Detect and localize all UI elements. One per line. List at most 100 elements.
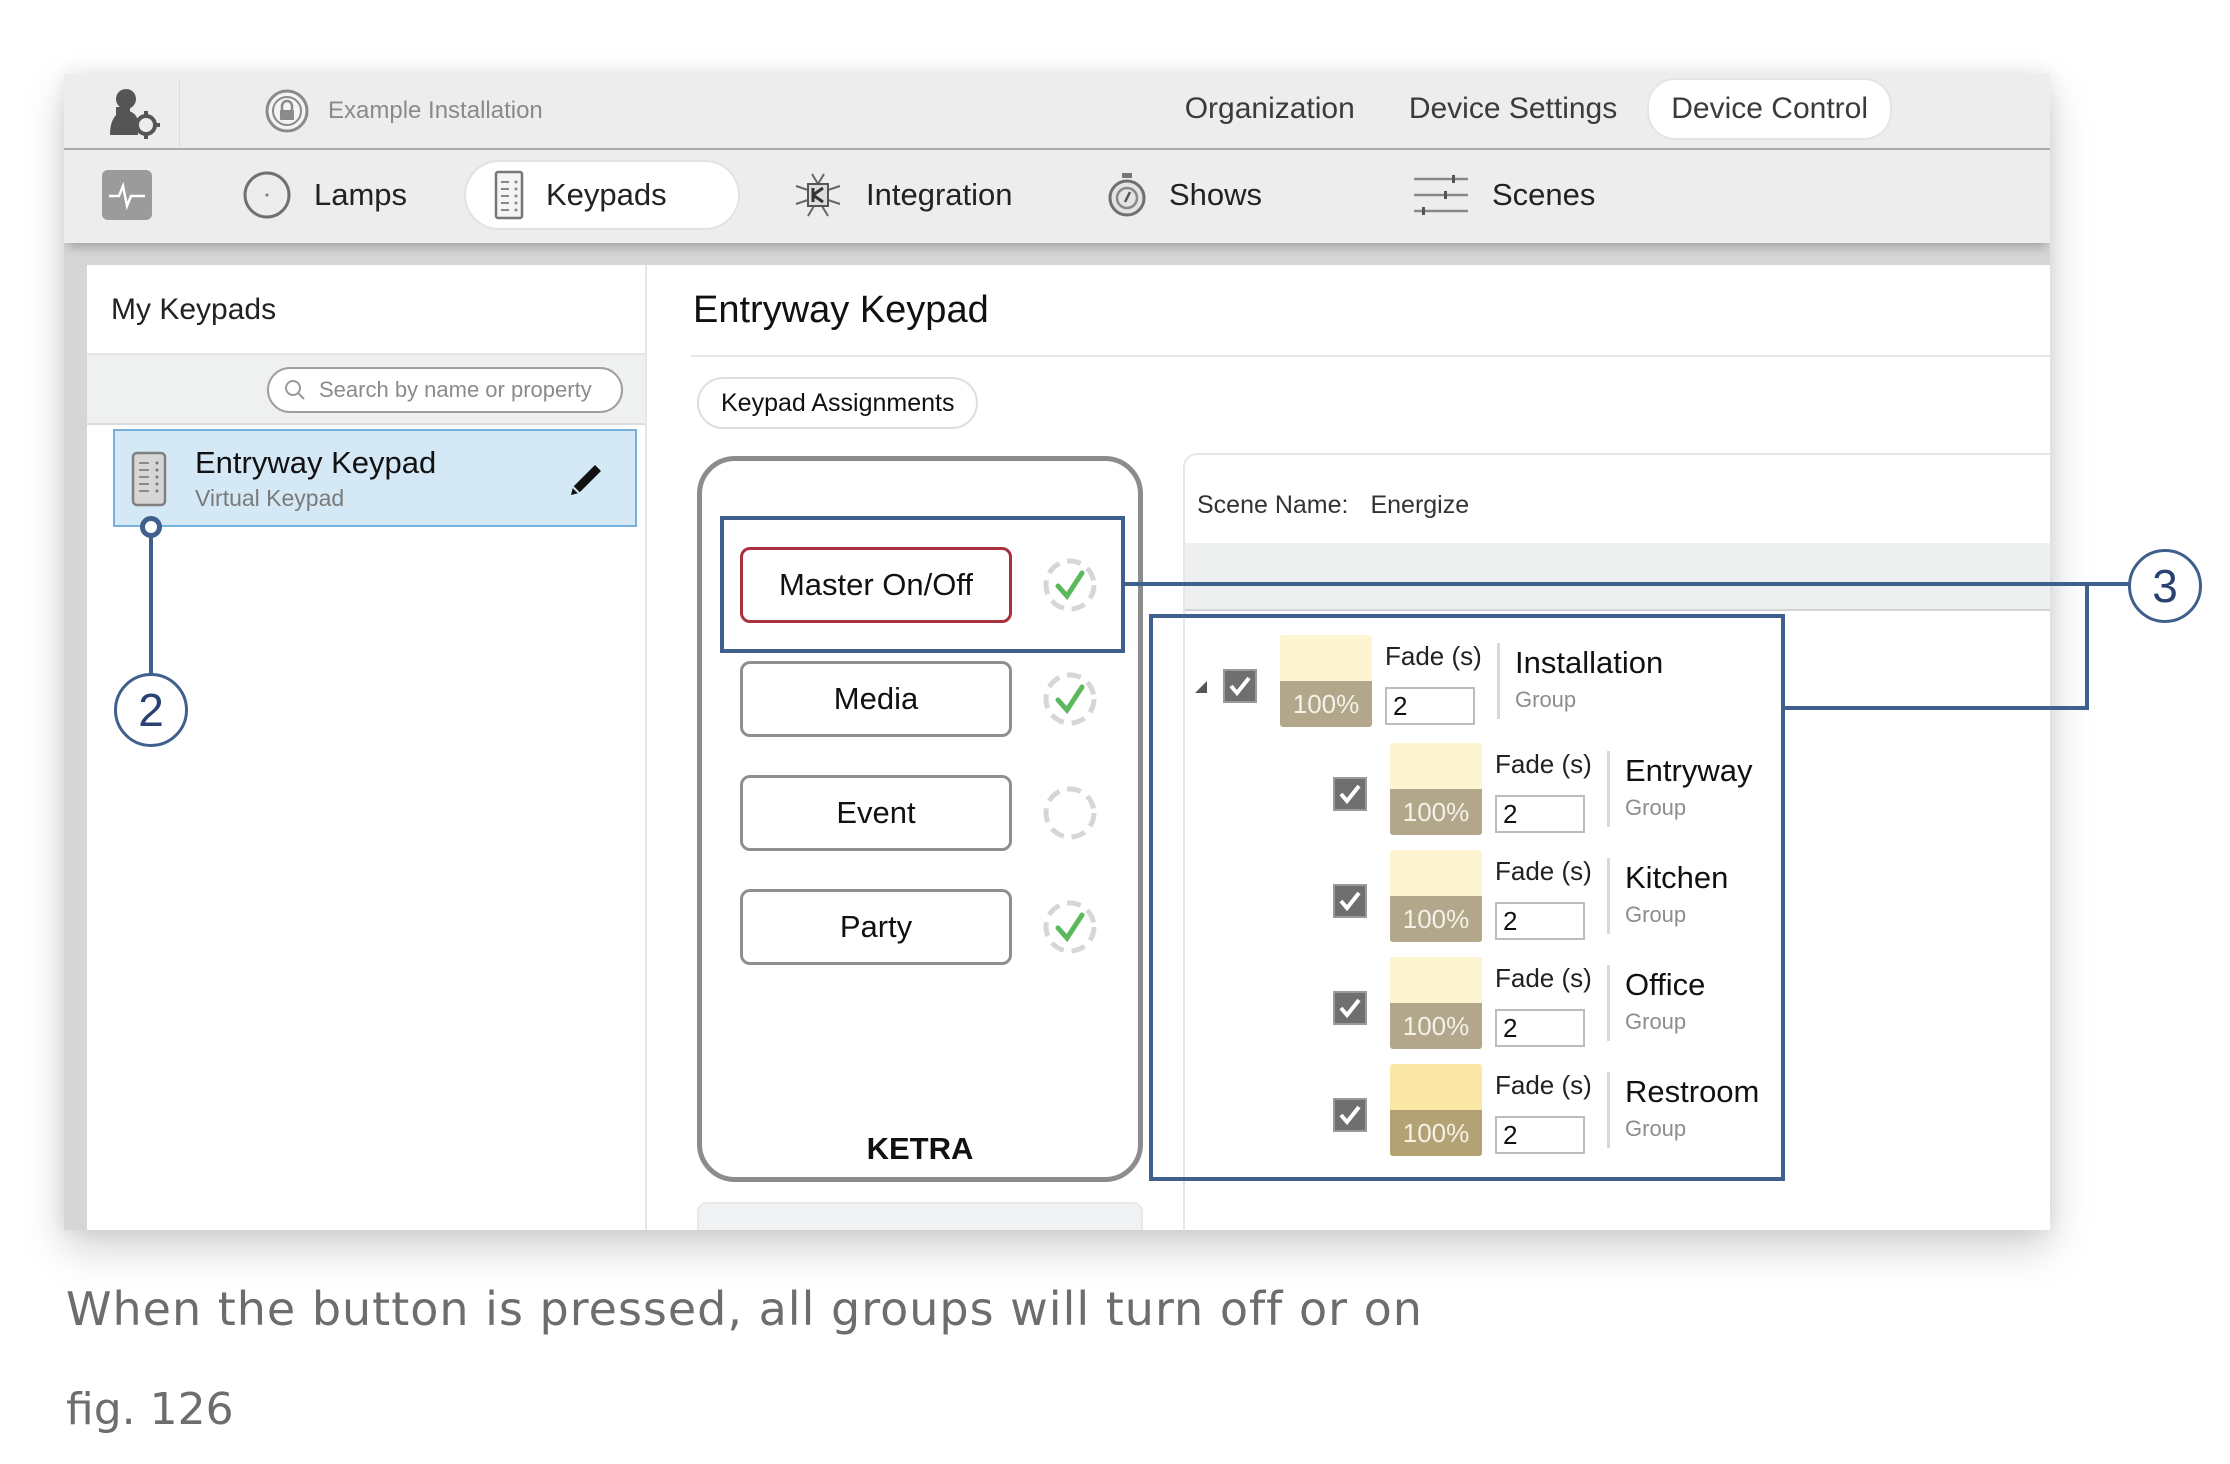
nav-keypads[interactable]: Keypads bbox=[466, 162, 738, 228]
sliders-icon bbox=[1414, 175, 1468, 215]
separator bbox=[1607, 751, 1610, 827]
user-gear-icon bbox=[109, 89, 160, 139]
group-checkbox[interactable] bbox=[1333, 991, 1367, 1025]
separator bbox=[1607, 965, 1610, 1041]
callout-3-badge: 3 bbox=[2128, 549, 2202, 623]
installation-selector[interactable]: Example Installation bbox=[264, 86, 543, 136]
keypad-icon bbox=[494, 170, 524, 220]
user-settings-button[interactable] bbox=[88, 80, 180, 146]
checkmark-icon bbox=[1339, 784, 1361, 805]
callout-3-leader-bottom bbox=[1785, 706, 2089, 710]
callout-2-badge: 2 bbox=[114, 673, 188, 747]
scene-name-label: Scene Name: bbox=[1197, 491, 1349, 519]
group-checkbox[interactable] bbox=[1333, 777, 1367, 811]
fade-input[interactable] bbox=[1495, 1116, 1585, 1154]
nav-lamps[interactable]: Lamps bbox=[214, 162, 435, 228]
installation-name: Example Installation bbox=[328, 97, 543, 124]
stopwatch-icon bbox=[1108, 173, 1146, 217]
fade-input[interactable] bbox=[1495, 1009, 1585, 1047]
group-name: Installation bbox=[1515, 645, 1664, 680]
nav-shows[interactable]: Shows bbox=[1079, 162, 1290, 228]
keypad-assignments-button[interactable]: Keypad Assignments bbox=[697, 377, 979, 429]
top-bar: Example Installation Organization Device… bbox=[64, 74, 2050, 150]
keypad-detail-panel: Entryway Keypad Keypad Assignments Maste… bbox=[645, 265, 2050, 1230]
app-window: Example Installation Organization Device… bbox=[64, 74, 2050, 1230]
fade-input[interactable] bbox=[1495, 795, 1585, 833]
top-tabs: Organization Device Settings Device Cont… bbox=[1163, 80, 1890, 138]
collapse-triangle-icon[interactable] bbox=[1195, 681, 1207, 693]
level-swatch[interactable]: 100% bbox=[1390, 957, 1482, 1049]
tab-device-settings[interactable]: Device Settings bbox=[1387, 80, 1639, 138]
tab-device-control[interactable]: Device Control bbox=[1649, 80, 1890, 138]
search-input[interactable] bbox=[319, 377, 609, 403]
group-checkbox[interactable] bbox=[1333, 1098, 1367, 1132]
integration-icon bbox=[795, 173, 841, 217]
nav-integration-label: Integration bbox=[866, 177, 1013, 212]
group-row-office: 100% Fade (s) Office Group bbox=[1185, 957, 1785, 1061]
keypad-button-master-on-off[interactable]: Master On/Off bbox=[740, 547, 1012, 623]
group-name: Entryway bbox=[1625, 753, 1753, 788]
nav-bar: Lamps Keypads Integration Shows Scenes bbox=[64, 150, 2050, 243]
nav-scenes[interactable]: Scenes bbox=[1384, 162, 1623, 228]
fade-label: Fade (s) bbox=[1385, 641, 1482, 671]
callout-3-leader-vertical bbox=[2085, 582, 2089, 710]
nav-lamps-label: Lamps bbox=[314, 177, 408, 212]
checkmark-icon bbox=[1339, 1105, 1361, 1126]
keypad-list-item[interactable]: Entryway Keypad Virtual Keypad bbox=[113, 429, 637, 527]
group-type: Group bbox=[1625, 795, 1687, 820]
fade-label: Fade (s) bbox=[1495, 963, 1592, 993]
nav-keypads-label: Keypads bbox=[546, 177, 667, 212]
level-value: 100% bbox=[1390, 789, 1482, 835]
lock-icon bbox=[265, 89, 309, 133]
group-checkbox[interactable] bbox=[1223, 669, 1257, 703]
figure-number: fig. 126 bbox=[66, 1384, 234, 1435]
scene-panel: Scene Name: Energize 100% Fade (s) Instal… bbox=[1183, 453, 2050, 1230]
lamp-icon bbox=[243, 171, 291, 219]
keypad-name: Entryway Keypad bbox=[195, 445, 437, 480]
secondary-option-panel bbox=[697, 1202, 1143, 1230]
search-icon bbox=[285, 380, 305, 400]
pulse-icon bbox=[109, 181, 145, 210]
level-swatch[interactable]: 100% bbox=[1280, 635, 1372, 727]
level-swatch[interactable]: 100% bbox=[1390, 743, 1482, 835]
group-checkbox[interactable] bbox=[1333, 884, 1367, 918]
page-title: Entryway Keypad bbox=[693, 289, 989, 331]
group-row-restroom: 100% Fade (s) Restroom Group bbox=[1185, 1064, 1785, 1168]
fade-input[interactable] bbox=[1385, 687, 1475, 725]
keypad-brand-label: KETRA bbox=[866, 1131, 974, 1166]
group-name: Restroom bbox=[1625, 1074, 1760, 1109]
tab-organization[interactable]: Organization bbox=[1163, 80, 1377, 138]
assigned-check-icon bbox=[1043, 672, 1097, 726]
separator bbox=[1607, 858, 1610, 934]
level-swatch[interactable]: 100% bbox=[1390, 1064, 1482, 1156]
status-pulse-button[interactable] bbox=[102, 170, 152, 220]
checkmark-icon bbox=[1339, 998, 1361, 1019]
group-type: Group bbox=[1625, 1009, 1687, 1034]
checkmark-icon bbox=[1339, 891, 1361, 912]
level-value: 100% bbox=[1390, 1003, 1482, 1049]
scene-name-value: Energize bbox=[1370, 491, 1470, 519]
fade-label: Fade (s) bbox=[1495, 1070, 1592, 1100]
level-value: 100% bbox=[1280, 681, 1372, 727]
group-name: Office bbox=[1625, 967, 1706, 1002]
level-swatch[interactable]: 100% bbox=[1390, 850, 1482, 942]
assigned-check-icon bbox=[1043, 900, 1097, 954]
level-value: 100% bbox=[1390, 896, 1482, 942]
fade-input[interactable] bbox=[1495, 902, 1585, 940]
search-box[interactable] bbox=[267, 367, 623, 413]
group-name: Kitchen bbox=[1625, 860, 1729, 895]
callout-3-leader-top bbox=[1125, 582, 2130, 586]
separator bbox=[1497, 643, 1500, 719]
group-row-kitchen: 100% Fade (s) Kitchen Group bbox=[1185, 850, 1785, 954]
edit-pencil-icon[interactable] bbox=[567, 461, 605, 499]
keypad-button-media[interactable]: Media bbox=[740, 661, 1012, 737]
figure-caption: When the button is pressed, all groups w… bbox=[66, 1282, 1423, 1336]
nav-integration[interactable]: Integration bbox=[764, 162, 1041, 228]
panel-title: My Keypads bbox=[111, 293, 277, 326]
group-type: Group bbox=[1625, 1116, 1687, 1141]
keypad-button-party[interactable]: Party bbox=[740, 889, 1012, 965]
keypad-icon bbox=[131, 451, 167, 507]
keypad-button-event[interactable]: Event bbox=[740, 775, 1012, 851]
assigned-check-icon bbox=[1043, 558, 1097, 612]
separator bbox=[1607, 1072, 1610, 1148]
